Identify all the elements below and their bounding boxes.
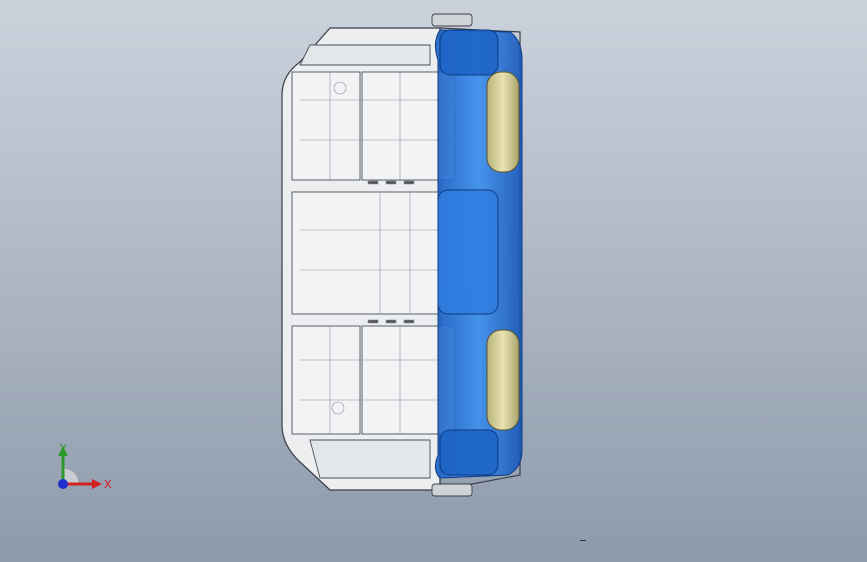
graphics-viewport[interactable]: Y X bbox=[0, 0, 867, 562]
coordinate-triad: Y X bbox=[40, 440, 120, 510]
status-indicator bbox=[580, 540, 586, 541]
cad-model-view[interactable] bbox=[0, 0, 867, 562]
x-axis-arrowhead-icon bbox=[92, 479, 102, 489]
y-axis-label: Y bbox=[60, 442, 67, 455]
z-axis-origin-icon bbox=[58, 479, 68, 489]
coordinate-triad-icon bbox=[58, 446, 102, 489]
x-axis-label: X bbox=[104, 478, 112, 491]
model-compartments bbox=[291, 44, 455, 479]
